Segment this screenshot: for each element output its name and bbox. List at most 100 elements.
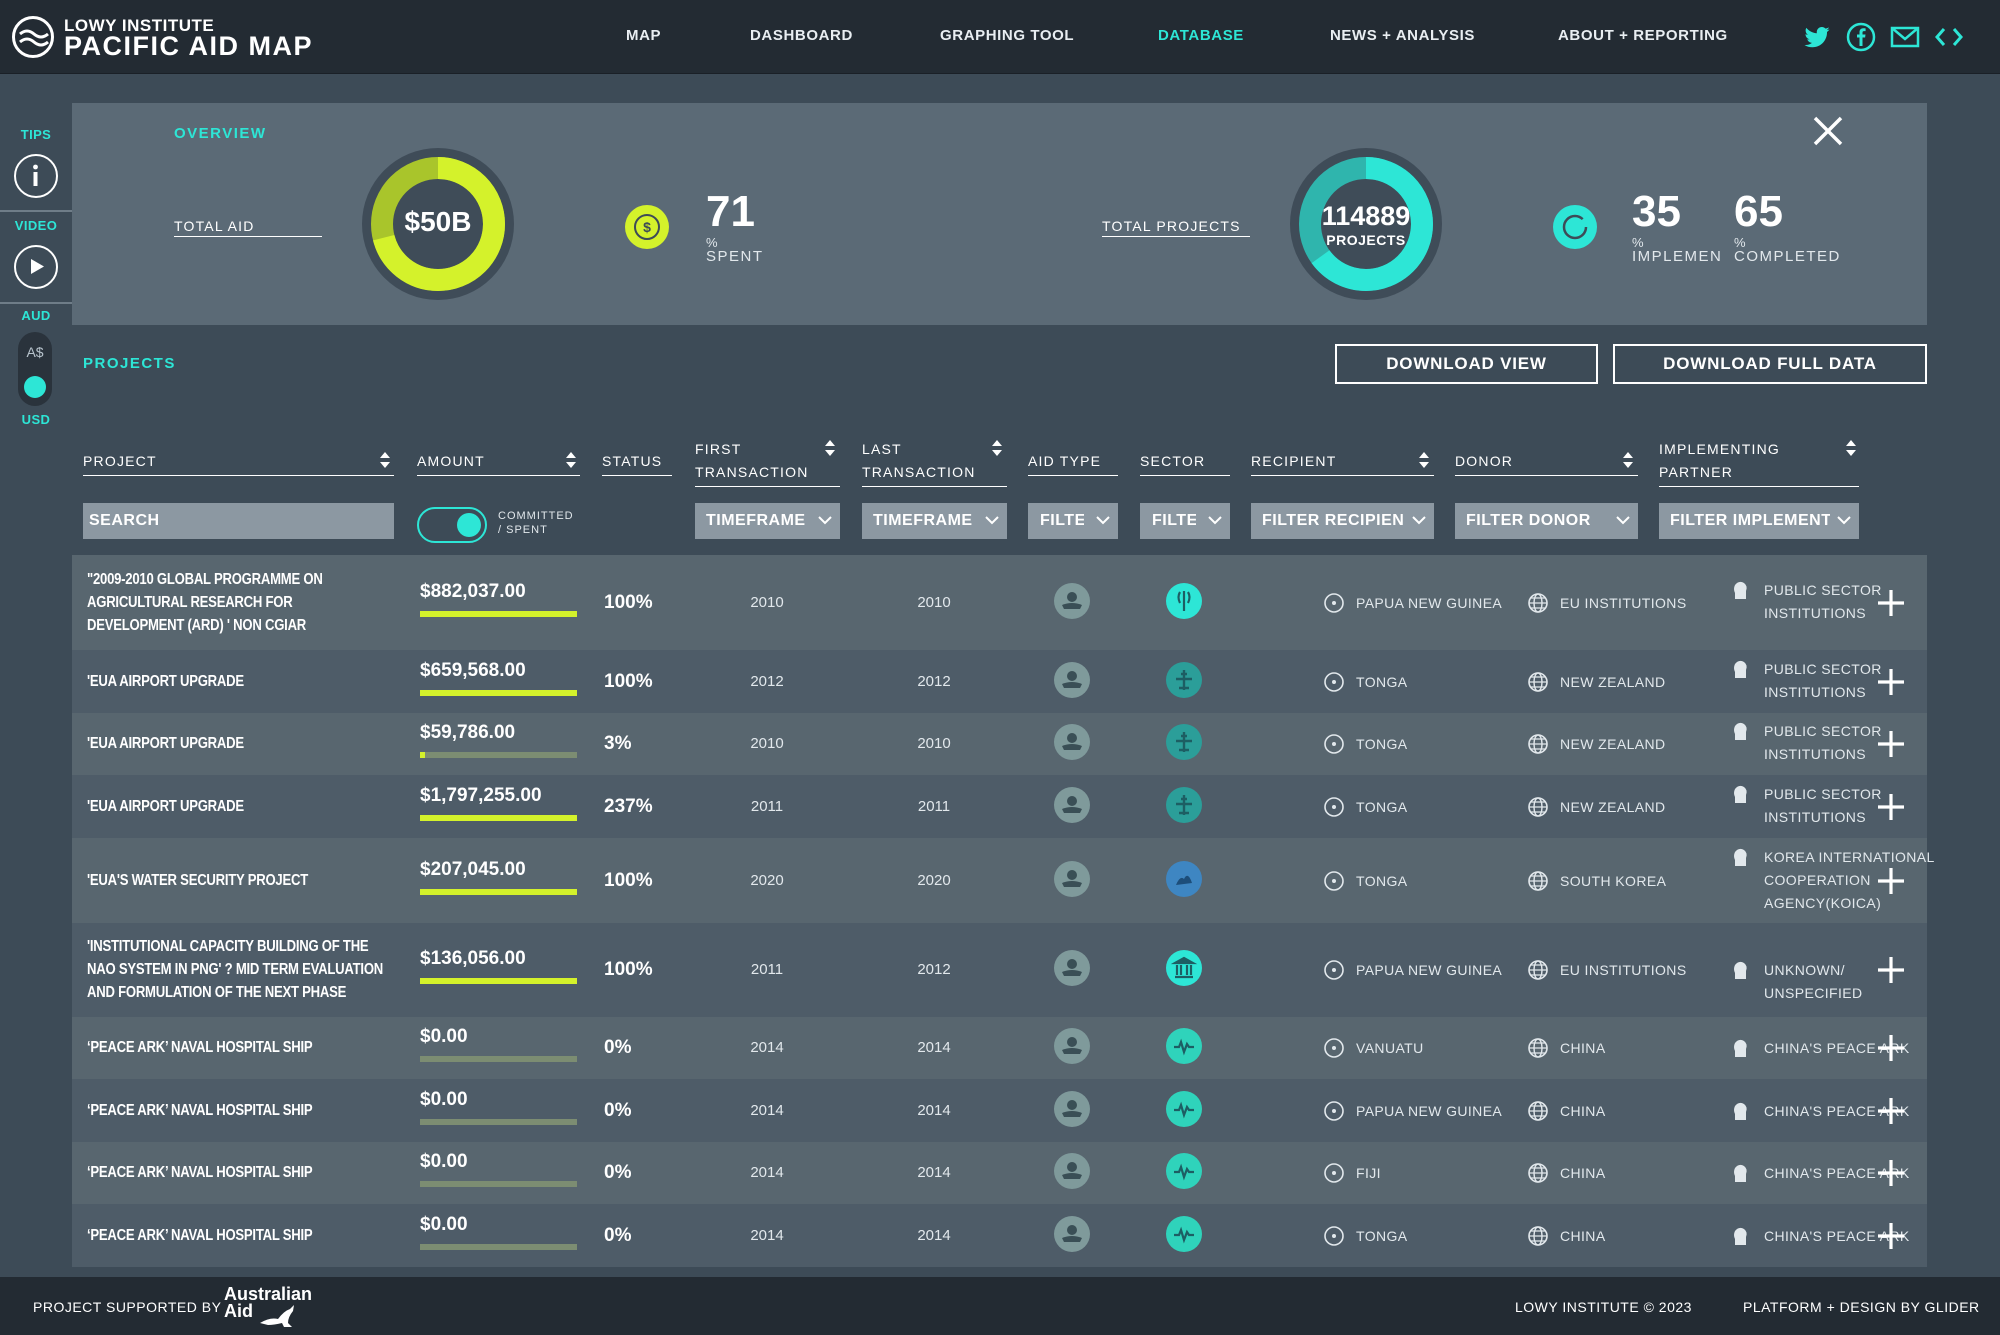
donor-country: EU INSTITUTIONS — [1560, 594, 1687, 611]
recipient-target-icon — [1323, 733, 1345, 755]
column-implementing-partner[interactable]: IMPLEMENTING PARTNER — [1659, 438, 1859, 487]
table-row[interactable]: 'INSTITUTIONAL CAPACITY BUILDING OF THE … — [72, 923, 1927, 1017]
sort-icon[interactable] — [824, 438, 836, 458]
table-row[interactable]: ‘PEACE ARK’ NAVAL HOSPITAL SHIP $0.00 0%… — [72, 1142, 1927, 1204]
project-name[interactable]: ‘PEACE ARK’ NAVAL HOSPITAL SHIP — [87, 1099, 390, 1122]
column-project[interactable]: PROJECT — [83, 450, 394, 476]
recipient-country: PAPUA NEW GUINEA — [1356, 1102, 1503, 1119]
project-name[interactable]: 'INSTITUTIONAL CAPACITY BUILDING OF THE … — [87, 935, 390, 1004]
currency-toggle[interactable]: A$ — [18, 332, 52, 406]
recipient-country: TONGA — [1356, 736, 1408, 752]
nav-dashboard[interactable]: DASHBOARD — [750, 27, 853, 44]
expand-row-plus-icon[interactable] — [1876, 1221, 1906, 1251]
search-input[interactable]: SEARCH — [83, 503, 394, 539]
column-first-transaction[interactable]: FIRST TRANSACTION — [695, 438, 840, 487]
project-name[interactable]: 'EUA'S WATER SECURITY PROJECT — [87, 869, 390, 892]
implementing-partner: CHINA'S PEACE ARK — [1764, 1165, 1910, 1181]
email-icon[interactable] — [1890, 22, 1920, 52]
facebook-icon[interactable] — [1846, 22, 1876, 52]
table-row[interactable]: 'EUA AIRPORT UPGRADE $1,797,255.00 237% … — [72, 775, 1927, 838]
sort-icon[interactable] — [565, 450, 577, 470]
globe-icon — [1527, 959, 1549, 981]
total-projects-label: TOTAL PROJECTS — [1102, 218, 1250, 237]
last-transaction-year: 2020 — [917, 871, 951, 889]
nav-database[interactable]: DATABASE — [1158, 27, 1244, 44]
sort-icon[interactable] — [991, 438, 1003, 458]
expand-row-plus-icon[interactable] — [1876, 729, 1906, 759]
sector-filter-select[interactable]: FILTER — [1140, 503, 1230, 539]
first-timeframe-select[interactable]: TIMEFRAME — [695, 503, 840, 539]
project-name[interactable]: "2009-2010 GLOBAL PROGRAMME ON AGRICULTU… — [87, 568, 390, 637]
nav-news-analysis[interactable]: NEWS + ANALYSIS — [1330, 27, 1475, 44]
project-name[interactable]: ‘PEACE ARK’ NAVAL HOSPITAL SHIP — [87, 1224, 390, 1247]
expand-row-plus-icon[interactable] — [1876, 792, 1906, 822]
project-name[interactable]: 'EUA AIRPORT UPGRADE — [87, 670, 390, 693]
partner-person-icon — [1730, 783, 1752, 805]
table-row[interactable]: ‘PEACE ARK’ NAVAL HOSPITAL SHIP $0.00 0%… — [72, 1079, 1927, 1142]
project-name[interactable]: 'EUA AIRPORT UPGRADE — [87, 732, 390, 755]
play-icon[interactable] — [14, 245, 58, 289]
nav-about-reporting[interactable]: ABOUT + REPORTING — [1558, 27, 1728, 44]
last-transaction-year: 2012 — [917, 961, 951, 978]
table-row[interactable]: ‘PEACE ARK’ NAVAL HOSPITAL SHIP $0.00 0%… — [72, 1204, 1927, 1267]
expand-row-plus-icon[interactable] — [1876, 1033, 1906, 1063]
close-icon[interactable] — [1808, 111, 1848, 151]
recipient-country: FIJI — [1356, 1165, 1381, 1181]
committed-spent-toggle[interactable] — [417, 507, 487, 543]
embed-code-icon[interactable] — [1934, 22, 1964, 52]
spent-progress-fill — [420, 888, 577, 895]
column-donor[interactable]: DONOR — [1455, 450, 1638, 476]
project-name[interactable]: ‘PEACE ARK’ NAVAL HOSPITAL SHIP — [87, 1161, 390, 1184]
expand-row-plus-icon[interactable] — [1876, 588, 1906, 618]
twitter-icon[interactable] — [1802, 22, 1832, 52]
airport-icon — [1166, 786, 1202, 823]
currency-toggle-knob[interactable] — [24, 376, 46, 398]
table-row[interactable]: 'EUA AIRPORT UPGRADE $659,568.00 100% 20… — [72, 650, 1927, 713]
left-rail: TIPS VIDEO AUD A$ USD — [0, 74, 72, 1277]
total-aid-value: $50B — [404, 206, 472, 237]
table-row[interactable]: 'EUA'S WATER SECURITY PROJECT $207,045.0… — [72, 838, 1934, 923]
project-name[interactable]: 'EUA AIRPORT UPGRADE — [87, 795, 390, 818]
sort-icon[interactable] — [1418, 450, 1430, 470]
project-name[interactable]: ‘PEACE ARK’ NAVAL HOSPITAL SHIP — [87, 1036, 390, 1059]
download-full-data-button[interactable]: DOWNLOAD FULL DATA — [1613, 344, 1927, 384]
spent-progress-fill — [420, 689, 577, 696]
spent-progress-bar — [420, 978, 577, 984]
status-value: 237% — [604, 795, 653, 817]
column-last-transaction[interactable]: LAST TRANSACTION — [862, 438, 1007, 487]
chevron-down-icon — [1837, 516, 1851, 525]
sort-icon[interactable] — [1845, 438, 1857, 458]
donor-country: NEW ZEALAND — [1560, 673, 1666, 690]
table-row[interactable]: ‘PEACE ARK’ NAVAL HOSPITAL SHIP $0.00 0%… — [72, 1017, 1927, 1079]
amount-value: $0.00 — [420, 1213, 468, 1235]
rail-divider — [0, 210, 72, 212]
donor-filter-select[interactable]: FILTER DONOR — [1455, 503, 1638, 539]
implementing-filter-select[interactable]: FILTER IMPLEMENTING — [1659, 503, 1859, 539]
toggle-knob[interactable] — [457, 513, 481, 537]
last-transaction-year: 2014 — [917, 1101, 951, 1119]
recipient-target-icon — [1323, 796, 1345, 818]
download-view-button[interactable]: DOWNLOAD VIEW — [1335, 344, 1598, 384]
column-amount[interactable]: AMOUNT — [417, 450, 580, 476]
donor-country: NEW ZEALAND — [1560, 798, 1666, 815]
table-row[interactable]: 'EUA AIRPORT UPGRADE $59,786.00 3% 2010 … — [72, 713, 1927, 775]
brand-logo[interactable]: LOWY INSTITUTE PACIFIC AID MAP — [12, 14, 342, 61]
info-icon[interactable] — [14, 154, 58, 198]
nav-graphing-tool[interactable]: GRAPHING TOOL — [940, 27, 1074, 44]
column-recipient[interactable]: RECIPIENT — [1251, 450, 1434, 476]
spent-progress-fill — [420, 752, 425, 758]
grant-aid-type-icon — [1054, 950, 1090, 986]
table-row[interactable]: "2009-2010 GLOBAL PROGRAMME ON AGRICULTU… — [72, 555, 1927, 650]
recipient-filter-select[interactable]: FILTER RECIPIENT — [1251, 503, 1434, 539]
expand-row-plus-icon[interactable] — [1876, 955, 1906, 985]
implementing-partner: PUBLIC SECTOR INSTITUTIONS — [1764, 581, 1882, 621]
sort-icon[interactable] — [379, 450, 391, 470]
aid-type-filter-select[interactable]: FILTER — [1028, 503, 1118, 539]
expand-row-plus-icon[interactable] — [1876, 1158, 1906, 1188]
last-timeframe-select[interactable]: TIMEFRAME — [862, 503, 1007, 539]
sort-icon[interactable] — [1622, 450, 1634, 470]
expand-row-plus-icon[interactable] — [1876, 1096, 1906, 1126]
expand-row-plus-icon[interactable] — [1876, 667, 1906, 697]
expand-row-plus-icon[interactable] — [1876, 866, 1906, 896]
nav-map[interactable]: MAP — [626, 27, 661, 44]
